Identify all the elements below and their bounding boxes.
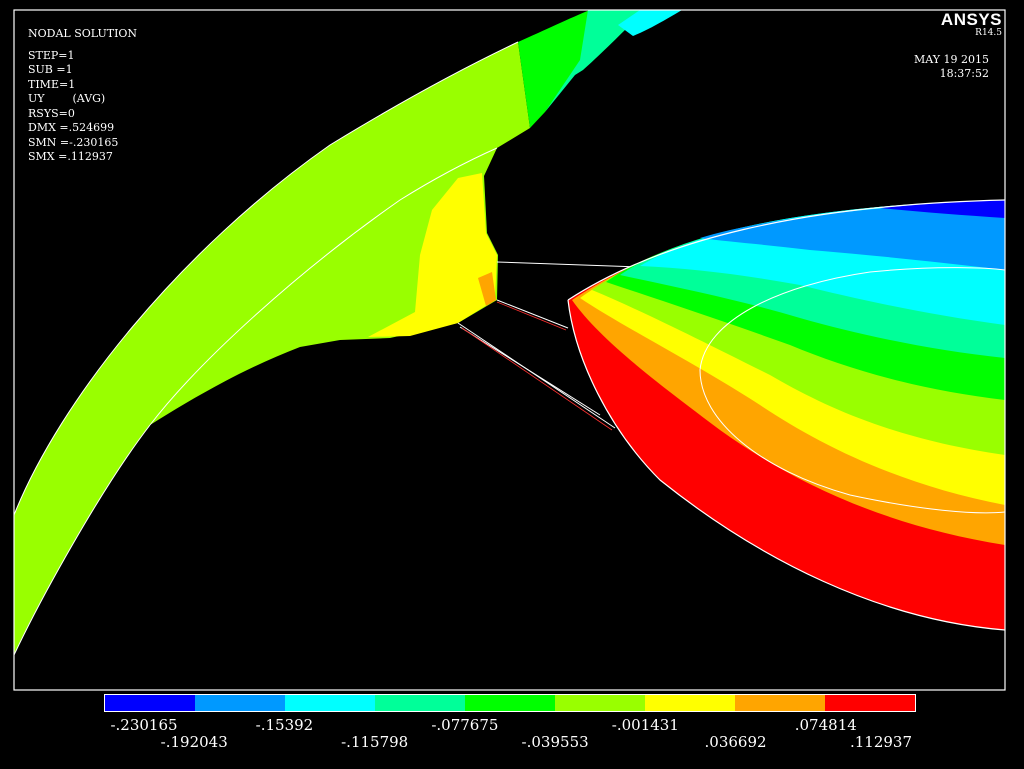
legend-band xyxy=(375,695,465,711)
info-time: TIME=1 xyxy=(28,77,76,91)
info-step: STEP=1 xyxy=(28,48,75,62)
stamp-time: 18:37:52 xyxy=(939,67,989,80)
brand-name: ANSYS xyxy=(940,10,1002,29)
info-rsys: RSYS=0 xyxy=(28,106,75,120)
info-sub: SUB =1 xyxy=(28,63,73,76)
legend-band xyxy=(735,695,825,711)
result-info-panel: NODAL SOLUTION STEP=1 SUB =1 TIME=1 UY (… xyxy=(28,27,137,165)
legend-band xyxy=(645,695,735,711)
info-dmx: DMX =.524699 xyxy=(28,121,115,134)
contour-legend-bar xyxy=(104,694,916,712)
legend-band xyxy=(285,695,375,711)
right-body xyxy=(567,199,1005,631)
legend-band xyxy=(195,695,285,711)
info-title: NODAL SOLUTION xyxy=(28,27,138,40)
legend-band xyxy=(825,695,915,711)
info-result: UY (AVG) xyxy=(28,92,106,105)
contour-plot xyxy=(13,9,1006,691)
graphics-viewport[interactable]: NODAL SOLUTION STEP=1 SUB =1 TIME=1 UY (… xyxy=(0,0,1024,769)
legend-band xyxy=(465,695,555,711)
stamp-date: MAY 19 2015 xyxy=(913,53,989,66)
info-smn: SMN =-.230165 xyxy=(28,135,119,149)
ansys-logo: ANSYS R14.5 xyxy=(941,10,1002,38)
legend-band xyxy=(105,695,195,711)
info-smx: SMX =.112937 xyxy=(28,150,113,163)
date-time-stamp: MAY 19 2015 18:37:52 xyxy=(914,53,989,81)
legend-band xyxy=(555,695,645,711)
